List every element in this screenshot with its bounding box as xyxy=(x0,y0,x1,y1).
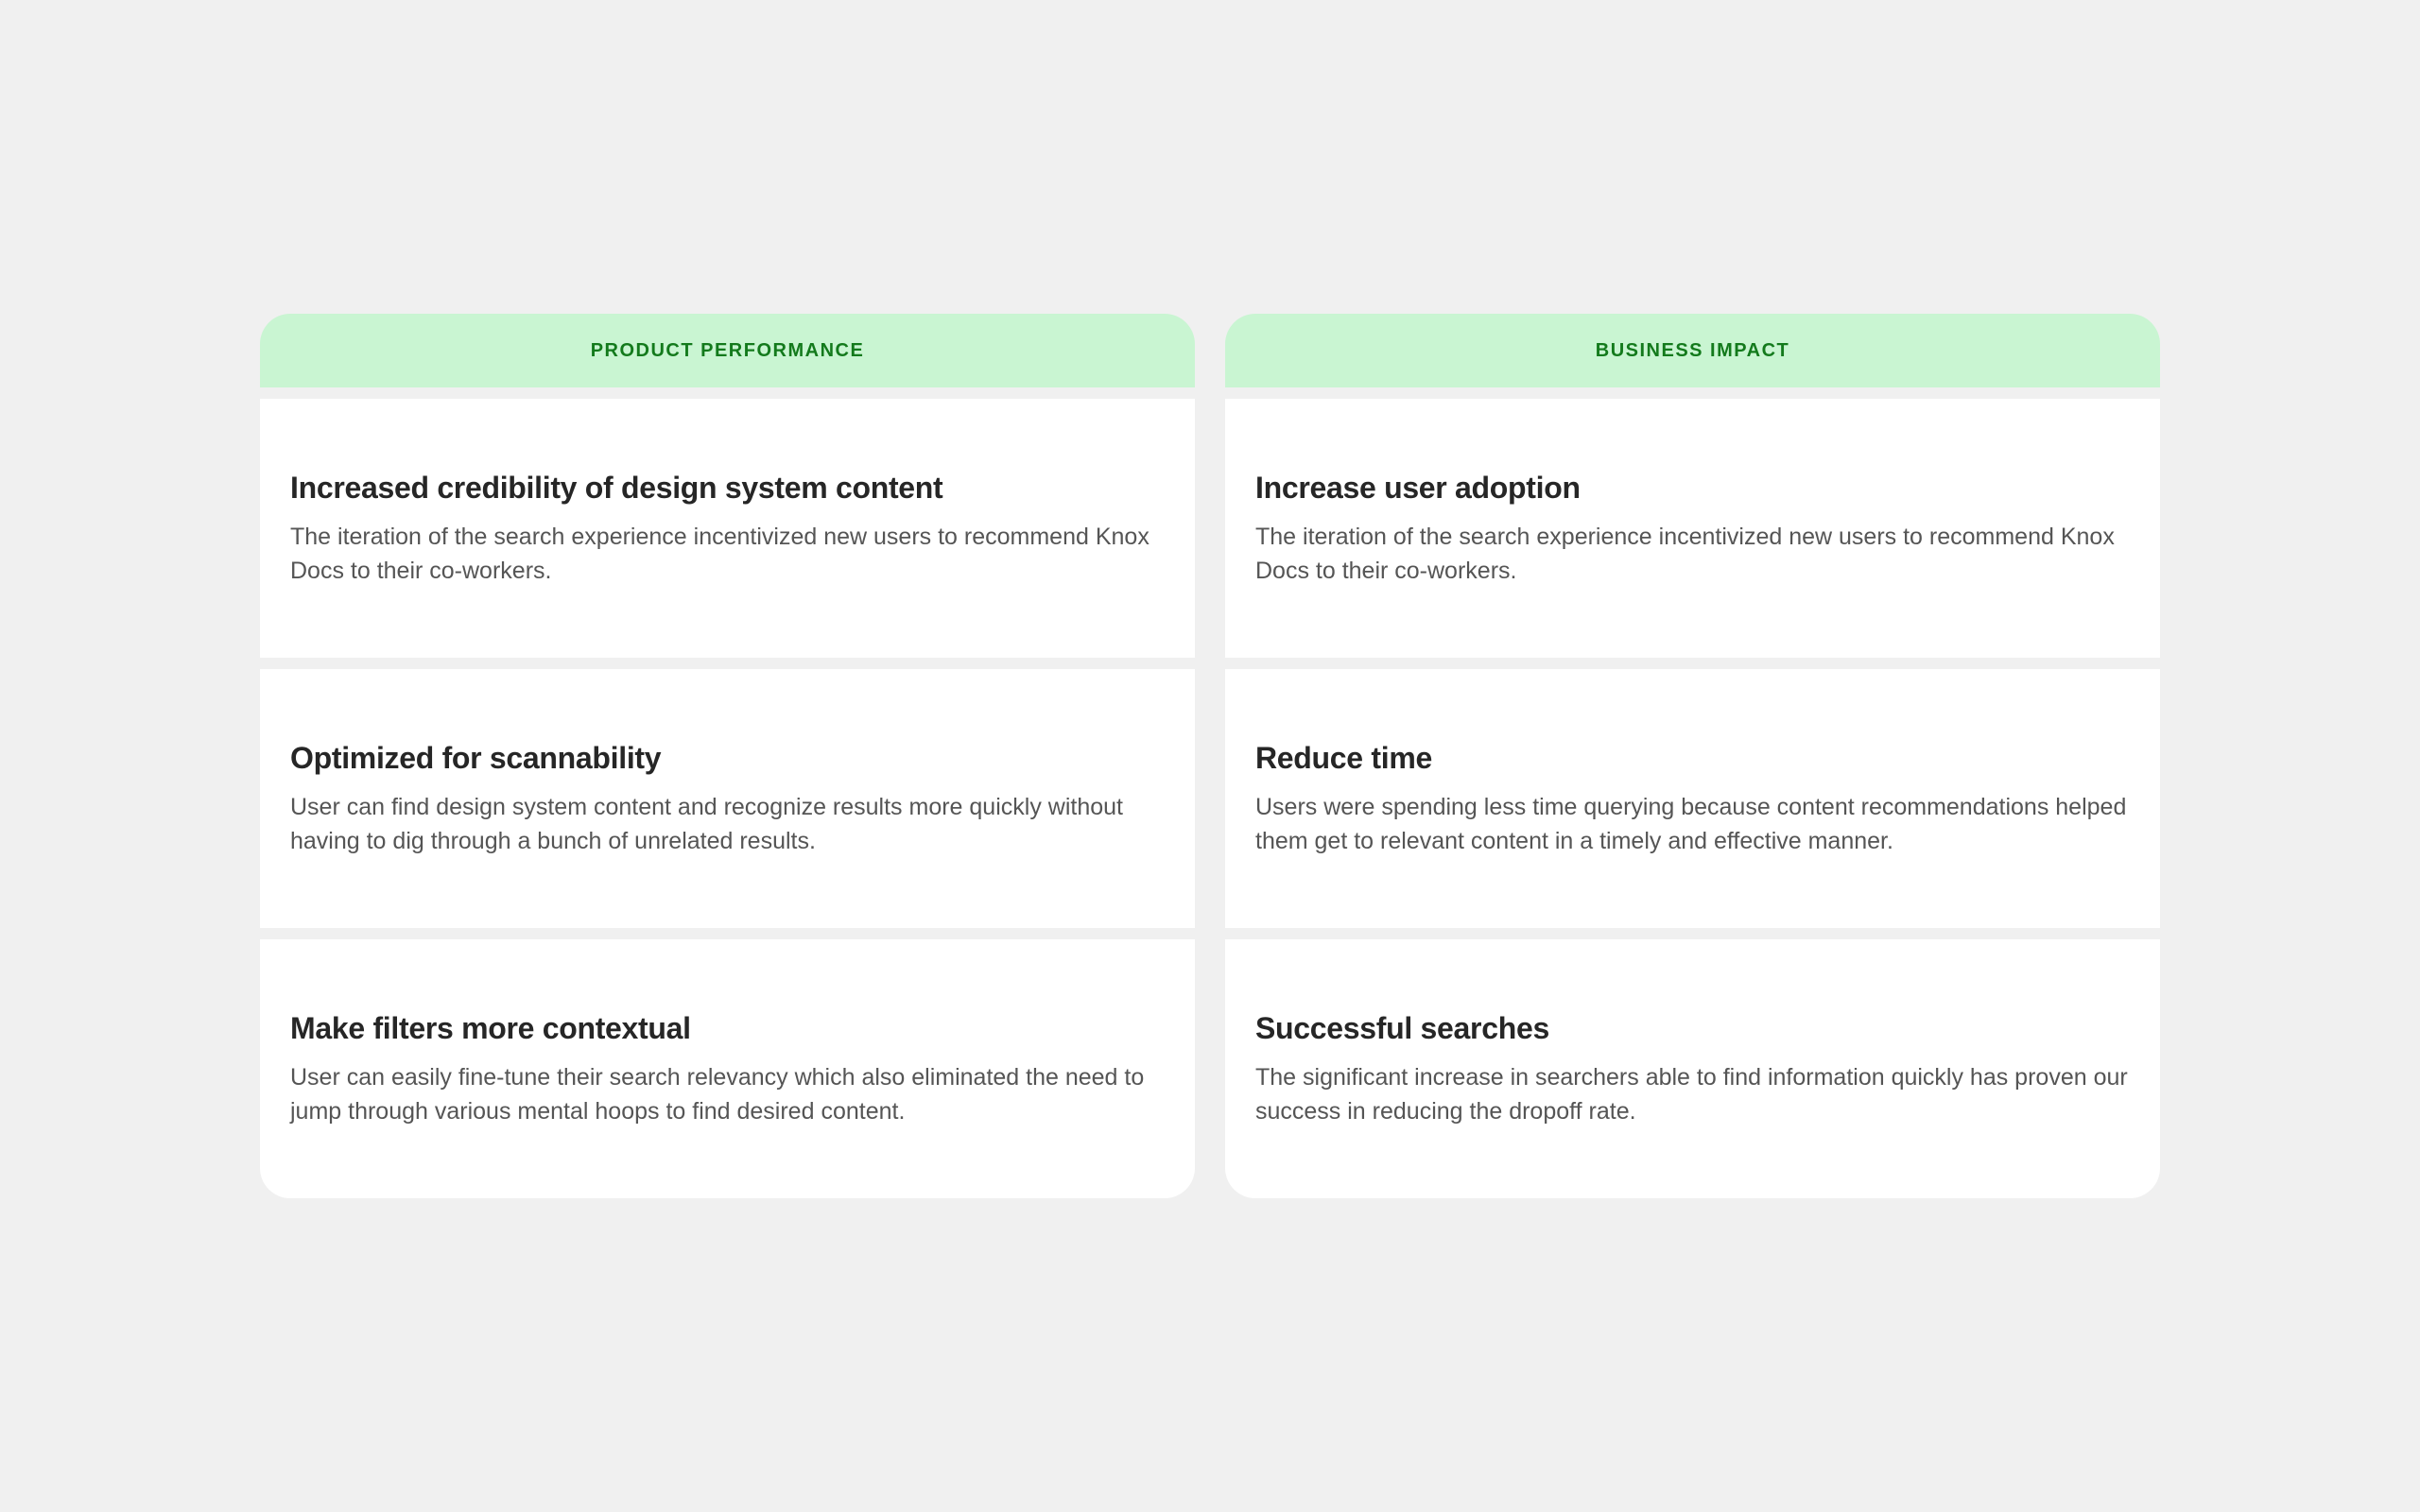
card-title: Reduce time xyxy=(1255,741,1432,775)
card-description: Users were spending less time querying b… xyxy=(1255,794,2127,854)
card-successful-searches: Successful searches The significant incr… xyxy=(1225,939,2160,1198)
card-description: The significant increase in searchers ab… xyxy=(1255,1064,2128,1125)
card-description: The iteration of the search experience i… xyxy=(1255,524,2115,584)
card-credibility: Increased credibility of design system c… xyxy=(260,399,1195,658)
card-description: The iteration of the search experience i… xyxy=(290,524,1150,584)
column-business-impact: BUSINESS IMPACT Increase user adoption T… xyxy=(1225,314,2160,1198)
column-header-label: PRODUCT PERFORMANCE xyxy=(590,339,865,361)
card-title: Increased credibility of design system c… xyxy=(290,471,943,505)
card-title: Increase user adoption xyxy=(1255,471,1581,505)
column-header: PRODUCT PERFORMANCE xyxy=(260,314,1195,387)
card-reduce-time: Reduce time Users were spending less tim… xyxy=(1225,669,2160,928)
card-description: User can easily fine-tune their search r… xyxy=(290,1064,1145,1125)
column-header-label: BUSINESS IMPACT xyxy=(1595,339,1790,361)
card-title: Make filters more contextual xyxy=(290,1011,691,1045)
column-product-performance: PRODUCT PERFORMANCE Increased credibilit… xyxy=(260,314,1195,1198)
card-description: User can find design system content and … xyxy=(290,794,1123,854)
card-title: Optimized for scannability xyxy=(290,741,662,775)
card-user-adoption: Increase user adoption The iteration of … xyxy=(1225,399,2160,658)
comparison-board: PRODUCT PERFORMANCE Increased credibilit… xyxy=(260,314,2160,1198)
card-scannability: Optimized for scannability User can find… xyxy=(260,669,1195,928)
column-header: BUSINESS IMPACT xyxy=(1225,314,2160,387)
card-filters: Make filters more contextual User can ea… xyxy=(260,939,1195,1198)
card-title: Successful searches xyxy=(1255,1011,1549,1045)
